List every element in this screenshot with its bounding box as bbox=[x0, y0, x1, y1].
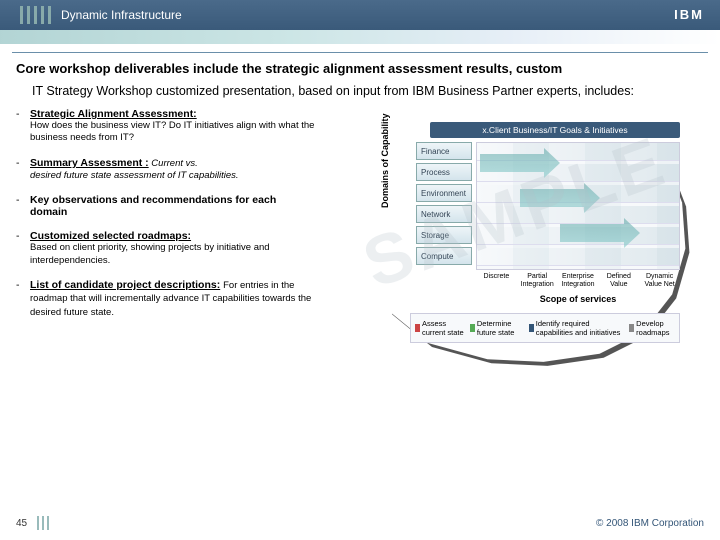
domain-label: Environment bbox=[416, 184, 472, 202]
legend-item: Assess current state bbox=[415, 319, 464, 337]
legend-swatch-icon bbox=[629, 324, 634, 332]
chart-xlabel: Scope of services bbox=[476, 294, 680, 304]
diagram-area: SAMPLE x.Client Business/IT Goals & Init… bbox=[326, 108, 704, 368]
bullet-head: Summary Assessment : bbox=[30, 157, 149, 169]
bullet-item: -Strategic Alignment Assessment:How does… bbox=[16, 108, 316, 145]
domain-label: Storage bbox=[416, 226, 472, 244]
domain-labels: Finance Process Environment Network Stor… bbox=[416, 142, 472, 268]
slide-header: Dynamic Infrastructure IBM bbox=[0, 0, 720, 30]
chart-xlabels: Discrete Partial Integration Enterprise … bbox=[476, 273, 680, 288]
bullet-list: -Strategic Alignment Assessment:How does… bbox=[16, 108, 316, 368]
legend-item: Determine future state bbox=[470, 319, 523, 337]
legend-swatch-icon bbox=[529, 324, 534, 332]
capability-chart: x.Client Business/IT Goals & Initiatives… bbox=[380, 118, 680, 358]
x-tick: Dynamic Value Net bbox=[639, 273, 680, 288]
bullet-item: -Customized selected roadmaps:Based on c… bbox=[16, 230, 316, 267]
bullet-head: Customized selected roadmaps: bbox=[30, 230, 191, 242]
header-stripe bbox=[0, 30, 720, 44]
bullet-item: -Summary Assessment : Current vs.desired… bbox=[16, 157, 316, 183]
slide-body: -Strategic Alignment Assessment:How does… bbox=[0, 108, 720, 378]
domain-label: Process bbox=[416, 163, 472, 181]
bullet-head: Key observations and recommendations for… bbox=[30, 194, 276, 218]
x-tick: Discrete bbox=[476, 273, 517, 288]
domain-label: Finance bbox=[416, 142, 472, 160]
header-divider bbox=[12, 52, 708, 53]
bullet-tail: Current vs. bbox=[149, 158, 198, 169]
header-accent-bars bbox=[20, 6, 51, 24]
footer-accent-bars bbox=[37, 516, 49, 530]
x-tick: Enterprise Integration bbox=[558, 273, 599, 288]
bullet-desc: Based on client priority, showing projec… bbox=[30, 242, 316, 267]
slide-subtitle: IT Strategy Workshop customized presenta… bbox=[0, 84, 720, 108]
domain-label: Compute bbox=[416, 247, 472, 265]
slide-number: 45 bbox=[16, 518, 27, 529]
copyright: © 2008 IBM Corporation bbox=[596, 518, 704, 529]
legend-swatch-icon bbox=[470, 324, 475, 332]
chart-legend: Assess current state Determine future st… bbox=[410, 313, 680, 343]
x-tick: Partial Integration bbox=[517, 273, 558, 288]
bullet-item: -List of candidate project descriptions:… bbox=[16, 279, 316, 319]
chart-ylabel: Domains of Capability bbox=[380, 113, 390, 208]
x-tick: Defined Value bbox=[598, 273, 639, 288]
chart-top-bar: x.Client Business/IT Goals & Initiatives bbox=[430, 122, 680, 138]
slide-footer: 45 © 2008 IBM Corporation bbox=[0, 516, 720, 530]
bullet-desc: desired future state assessment of IT ca… bbox=[30, 170, 239, 182]
ibm-logo: IBM bbox=[674, 6, 720, 24]
bullet-head: Strategic Alignment Assessment: bbox=[30, 108, 197, 120]
legend-item: Develop roadmaps bbox=[629, 319, 675, 337]
bullet-desc: How does the business view IT? Do IT ini… bbox=[30, 120, 316, 145]
legend-item: Identify required capabilities and initi… bbox=[529, 319, 623, 337]
legend-swatch-icon bbox=[415, 324, 420, 332]
domain-label: Network bbox=[416, 205, 472, 223]
bullet-head: List of candidate project descriptions: bbox=[30, 279, 220, 291]
header-title: Dynamic Infrastructure bbox=[61, 8, 182, 22]
bullet-item: -Key observations and recommendations fo… bbox=[16, 194, 316, 218]
slide-title: Core workshop deliverables include the s… bbox=[0, 57, 720, 84]
